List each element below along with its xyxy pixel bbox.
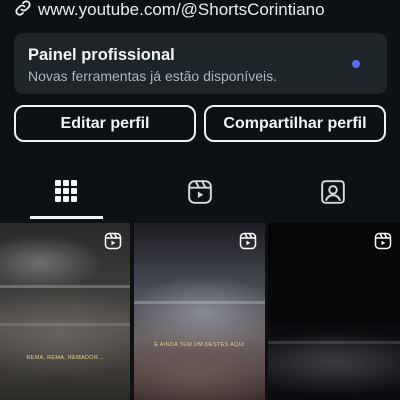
stadium-roof-line <box>268 341 400 344</box>
link-icon <box>14 0 32 20</box>
profile-link[interactable]: www.youtube.com/@ShortsCorintiano <box>14 0 400 20</box>
post-thumbnail-1[interactable]: REMA, REMA, REMADOR... <box>0 223 130 400</box>
post-thumbnail-3[interactable] <box>268 223 400 400</box>
grid-icon <box>54 179 78 208</box>
reels-icon <box>187 179 213 210</box>
professional-dashboard-subtitle: Novas ferramentas já estão disponíveis. <box>28 68 278 84</box>
post-caption: REMA, REMA, REMADOR... <box>26 355 104 361</box>
share-profile-button[interactable]: Compartilhar perfil <box>204 105 386 142</box>
reel-badge-icon <box>239 232 257 250</box>
professional-dashboard-card[interactable]: Painel profissional Novas ferramentas já… <box>14 33 387 94</box>
tab-posts-grid[interactable] <box>30 171 102 219</box>
post-thumbnail-2[interactable]: E AINDA TEM UM DESTES AQUI <box>134 223 265 400</box>
reel-badge-icon <box>104 232 122 250</box>
stadium-roof-line <box>134 301 265 304</box>
reel-badge-icon <box>374 232 392 250</box>
notification-dot <box>352 60 360 68</box>
selected-tab-indicator <box>30 216 103 219</box>
stadium-roof-line <box>0 285 130 288</box>
post-caption: E AINDA TEM UM DESTES AQUI <box>154 342 245 348</box>
profile-link-text[interactable]: www.youtube.com/@ShortsCorintiano <box>38 0 325 20</box>
tagged-icon <box>320 179 346 210</box>
edit-profile-button[interactable]: Editar perfil <box>14 105 196 142</box>
professional-dashboard-title: Painel profissional <box>28 46 175 64</box>
tab-tagged[interactable] <box>297 171 369 219</box>
stadium-tier-line <box>0 323 130 326</box>
tab-reels[interactable] <box>164 171 236 219</box>
